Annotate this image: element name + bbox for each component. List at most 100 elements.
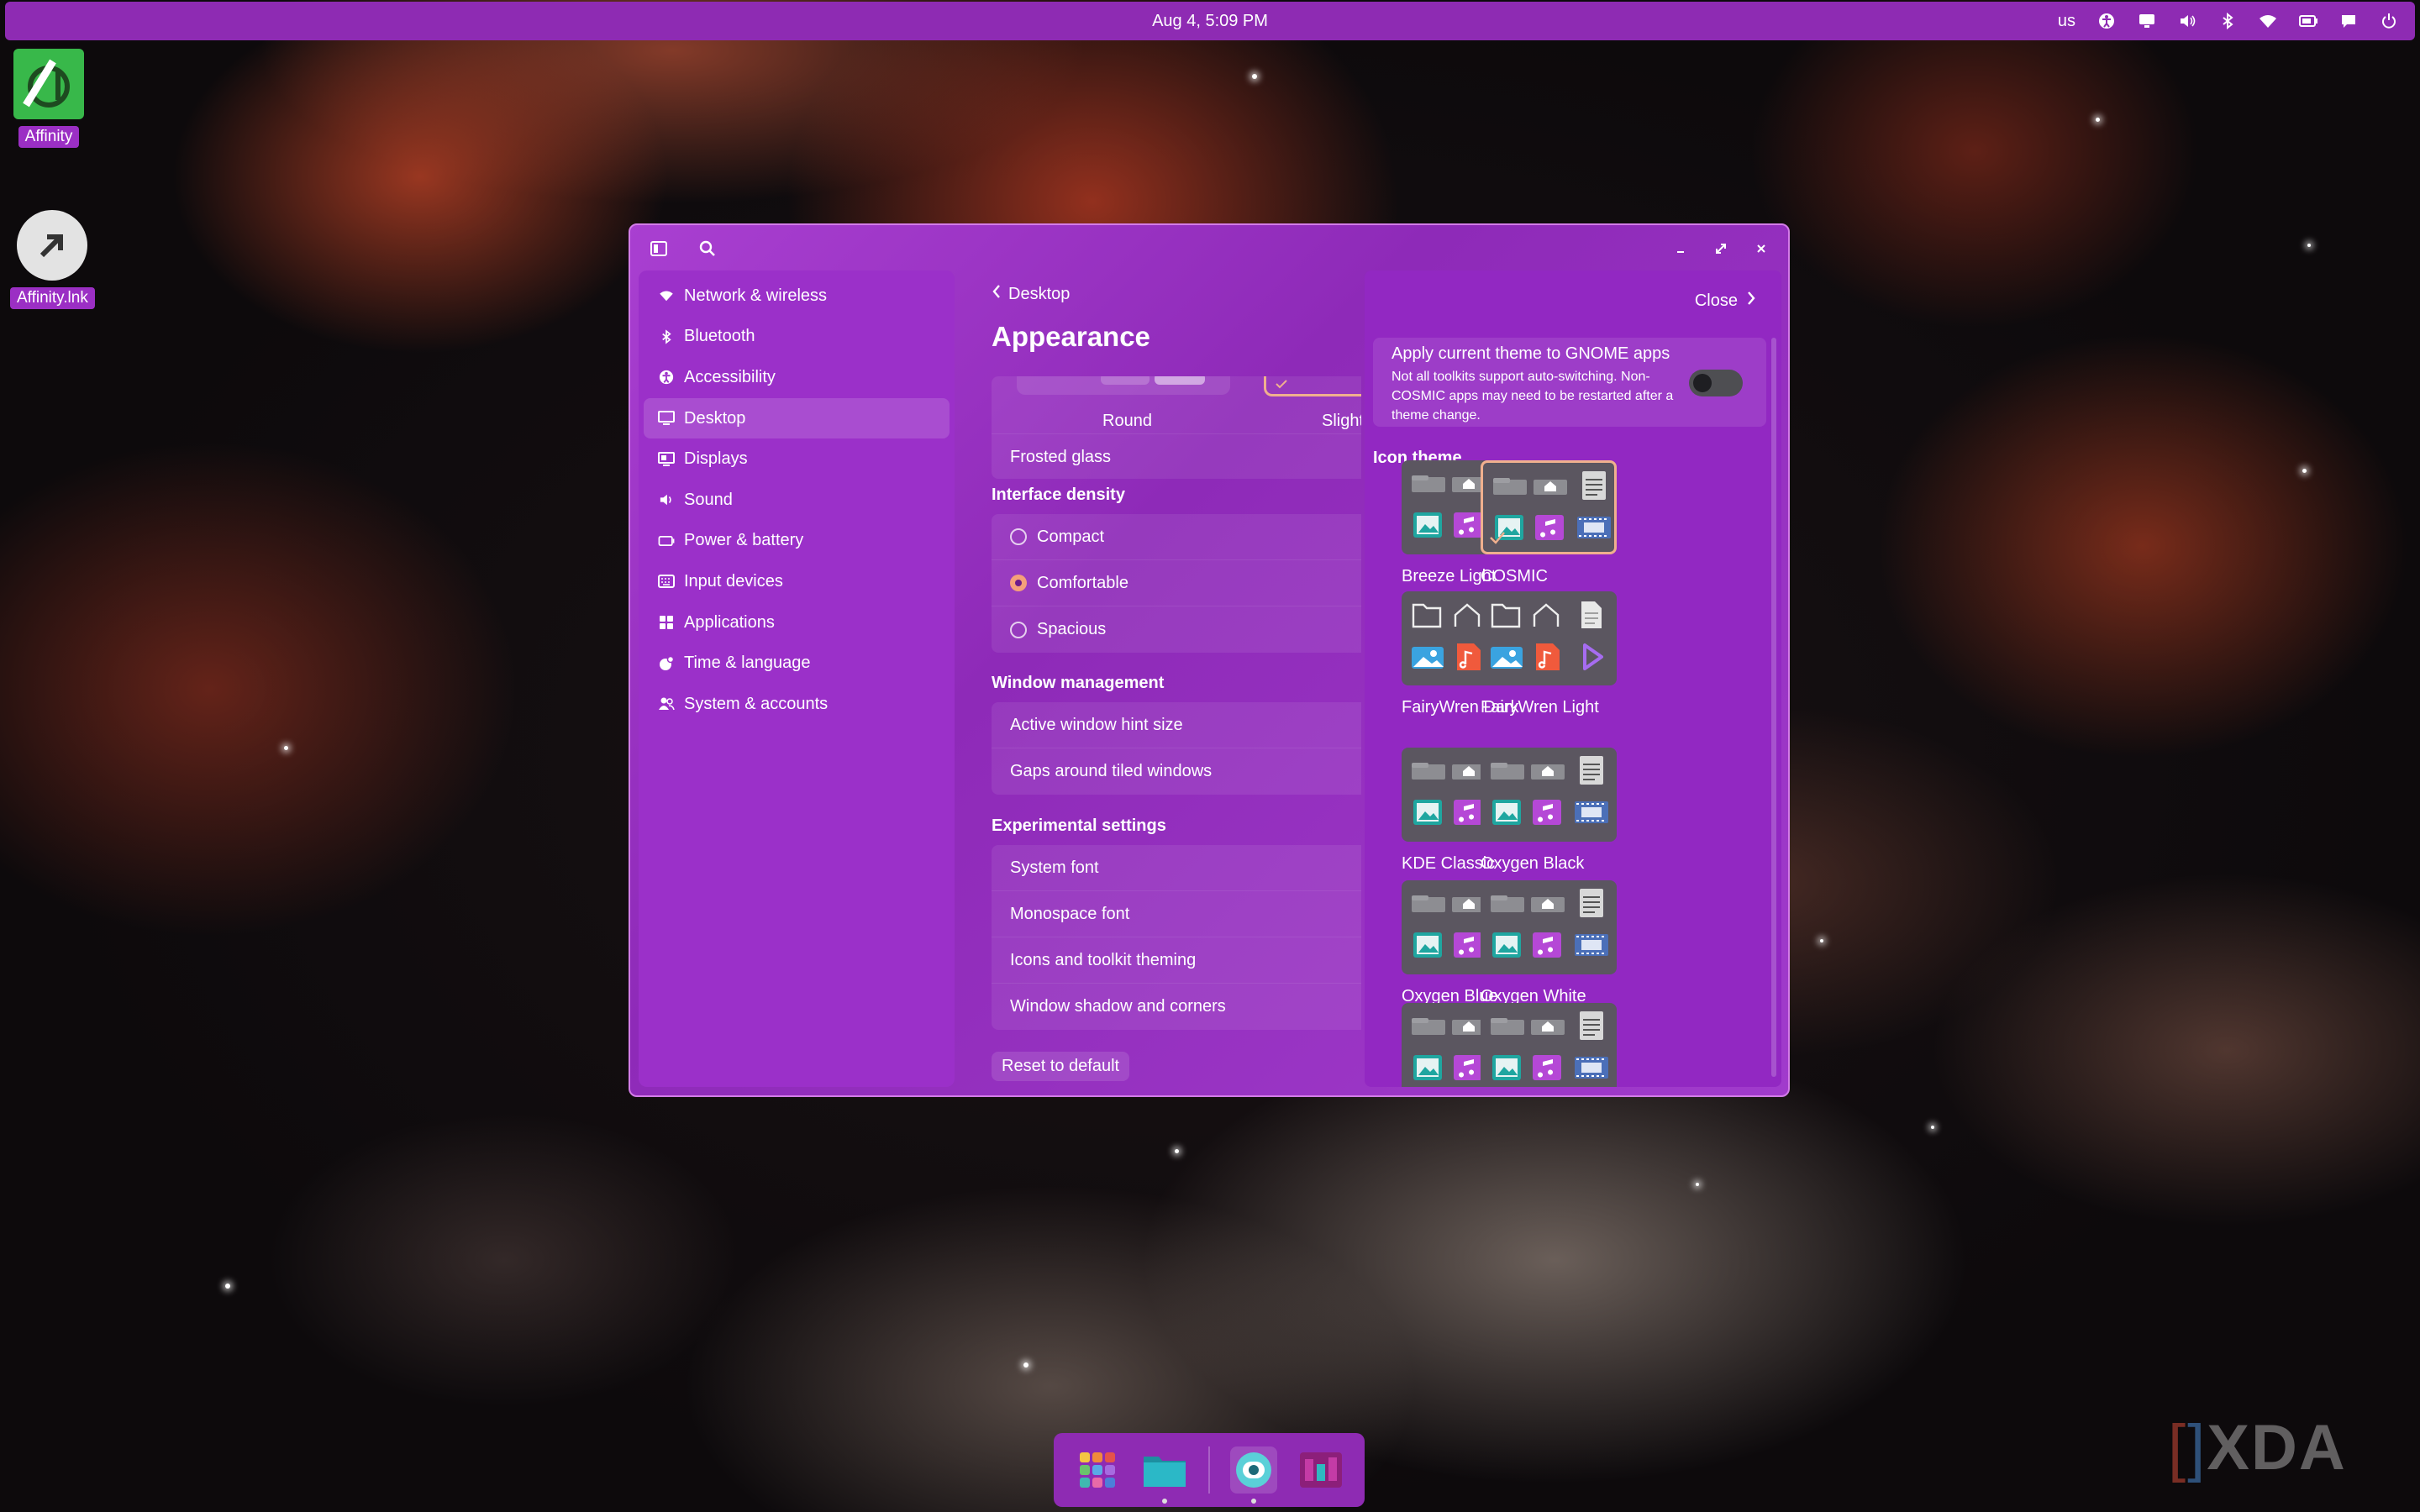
sidebar-item-network[interactable]: Network & wireless	[644, 276, 950, 317]
gnome-theme-description: Not all toolkits support auto-switching.…	[1392, 370, 1674, 423]
accessibility-icon[interactable]	[2097, 12, 2116, 30]
density-option-spacious[interactable]: Spacious	[992, 606, 1361, 653]
sidebar-item-input[interactable]: Input devices	[644, 561, 950, 602]
keyboard-icon	[657, 572, 676, 591]
sidebar-item-desktop[interactable]: Desktop	[644, 397, 950, 439]
icon-theme-drawer: Close Apply current theme to GNOME apps …	[1365, 270, 1781, 1087]
icon-theme-name: COSMIC	[1481, 567, 1548, 585]
monospace-font-row[interactable]: Monospace font	[992, 891, 1361, 937]
sidebar-item-label: Sound	[684, 490, 733, 509]
icons-toolkit-theming-row[interactable]: Icons and toolkit theming	[992, 937, 1361, 984]
density-option-comfortable[interactable]: Comfortable	[992, 560, 1361, 606]
reset-to-default-button[interactable]: Reset to default	[992, 1052, 1130, 1081]
sidebar-toggle-icon[interactable]	[647, 237, 671, 260]
system-font-row[interactable]: System font	[992, 845, 1361, 891]
chevron-left-icon	[992, 284, 1002, 304]
gnome-theme-toggle[interactable]	[1689, 370, 1743, 396]
desktop-icon-label: Affinity.lnk	[10, 287, 95, 309]
top-panel: Aug 4, 5:09 PM us	[5, 2, 2415, 40]
sidebar-item-displays[interactable]: Displays	[644, 438, 950, 480]
drawer-scrollbar[interactable]	[1771, 338, 1776, 1077]
bluetooth-icon[interactable]	[2218, 12, 2237, 30]
sidebar-item-applications[interactable]: Applications	[644, 602, 950, 643]
window-management-heading: Window management	[992, 674, 1165, 692]
shortcut-arrow-icon	[17, 210, 88, 281]
sidebar-item-time-language[interactable]: Time & language	[644, 643, 950, 684]
icon-theme-tile[interactable]	[1481, 880, 1617, 974]
sidebar-item-system-accounts[interactable]: System & accounts	[644, 684, 950, 725]
sidebar-item-accessibility[interactable]: Accessibility	[644, 357, 950, 398]
close-icon[interactable]	[1749, 237, 1773, 260]
back-button[interactable]: Desktop	[992, 284, 1070, 304]
app-launcher-icon[interactable]	[1074, 1446, 1121, 1494]
density-heading: Interface density	[992, 486, 1125, 504]
sidebar-item-label: Input devices	[684, 571, 783, 591]
settings-icon[interactable]	[1230, 1446, 1277, 1504]
icon-theme-name: FairyWren Light	[1481, 698, 1599, 717]
sidebar-item-label: Bluetooth	[684, 327, 755, 346]
window-management-card: Active window hint size Gaps around tile…	[992, 702, 1361, 795]
sidebar-item-label: System & accounts	[684, 694, 829, 713]
radio-button-selected[interactable]	[1010, 575, 1027, 591]
icon-theme-tile[interactable]	[1481, 748, 1617, 842]
sidebar-item-label: Time & language	[684, 654, 811, 673]
power-icon[interactable]	[2380, 12, 2398, 30]
icon-theme-tile[interactable]	[1481, 460, 1617, 554]
wifi-icon	[657, 286, 676, 305]
apps-icon	[657, 613, 676, 632]
sidebar-item-bluetooth[interactable]: Bluetooth	[644, 317, 950, 358]
frosted-glass-row[interactable]: Frosted glass	[992, 433, 1361, 479]
sidebar-item-power[interactable]: Power & battery	[644, 521, 950, 562]
drawer-close-button[interactable]: Close	[1695, 291, 1756, 311]
sidebar-item-label: Accessibility	[684, 367, 776, 386]
sidebar-item-sound[interactable]: Sound	[644, 480, 950, 521]
files-icon[interactable]	[1141, 1446, 1188, 1504]
icon-theme-tile[interactable]	[1481, 591, 1617, 685]
settings-window: Network & wireless Bluetooth Accessibili…	[629, 223, 1790, 1097]
desktop-icon-affinity[interactable]: Affinity	[13, 49, 84, 148]
roundness-label-round: Round	[1102, 412, 1152, 430]
experimental-card: System font Monospace font Icons and too…	[992, 845, 1361, 1030]
roundness-label-slight: Slight	[1322, 412, 1361, 430]
search-icon[interactable]	[696, 237, 719, 260]
sidebar-item-label: Power & battery	[684, 531, 804, 550]
store-icon[interactable]	[1297, 1446, 1344, 1494]
checkmark-icon	[1488, 530, 1507, 549]
settings-sidebar: Network & wireless Bluetooth Accessibili…	[639, 270, 955, 1087]
sidebar-item-label: Network & wireless	[684, 286, 828, 305]
sound-icon	[657, 491, 676, 509]
maximize-icon[interactable]	[1709, 237, 1733, 260]
radio-button[interactable]	[1010, 621, 1027, 638]
display-icon	[657, 450, 676, 469]
active-window-hint-row[interactable]: Active window hint size	[992, 702, 1361, 748]
window-shadow-corners-row[interactable]: Window shadow and corners	[992, 984, 1361, 1030]
volume-icon[interactable]	[2178, 12, 2196, 30]
battery-icon[interactable]	[2299, 12, 2317, 30]
roundness-preview-slight[interactable]	[1264, 376, 1361, 396]
display-icon[interactable]	[2138, 12, 2156, 30]
radio-button[interactable]	[1010, 528, 1027, 545]
tiled-gaps-row[interactable]: Gaps around tiled windows	[992, 748, 1361, 795]
roundness-preview-round[interactable]	[1017, 376, 1230, 395]
icon-theme-tile[interactable]	[1481, 1003, 1617, 1087]
clock[interactable]: Aug 4, 5:09 PM	[1152, 12, 1268, 31]
chevron-right-icon	[1746, 291, 1756, 311]
running-indicator	[1251, 1499, 1256, 1504]
notifications-icon[interactable]	[2339, 12, 2358, 30]
running-indicator	[1162, 1499, 1167, 1504]
density-option-compact[interactable]: Compact	[992, 514, 1361, 560]
system-tray: us	[2058, 2, 2398, 40]
window-header	[630, 225, 1788, 272]
keyboard-layout-indicator[interactable]: us	[2058, 12, 2075, 31]
icon-theme-name: Oxygen Black	[1481, 854, 1585, 873]
wifi-icon[interactable]	[2259, 12, 2277, 30]
sidebar-item-label: Applications	[684, 612, 775, 632]
accessibility-icon	[657, 368, 676, 386]
minimize-icon[interactable]	[1669, 237, 1692, 260]
bluetooth-icon	[657, 328, 676, 346]
appearance-page: Desktop Appearance Round Slight Frosted …	[992, 270, 1361, 1094]
desktop-icon	[657, 409, 676, 428]
desktop-icon-affinity-lnk[interactable]: Affinity.lnk	[10, 210, 95, 309]
checkmark-icon	[1275, 378, 1288, 393]
roundness-card: Round Slight Frosted glass	[992, 376, 1361, 479]
